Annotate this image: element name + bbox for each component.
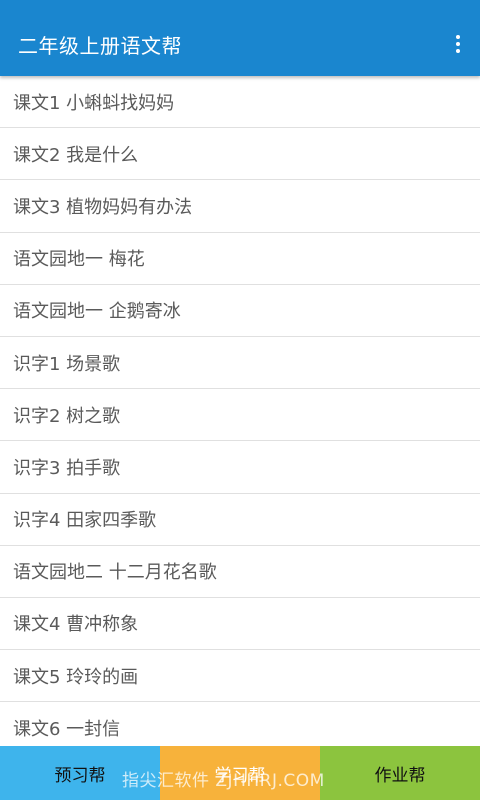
app-title: 二年级上册语文帮 (18, 33, 182, 58)
bottom-tab-bar: 预习帮 学习帮 作业帮 (0, 746, 480, 800)
tab-study[interactable]: 学习帮 (160, 746, 320, 800)
menu-dot (456, 42, 460, 46)
lesson-item[interactable]: 课文5 玲玲的画 (0, 650, 480, 703)
lesson-item[interactable]: 识字1 场景歌 (0, 336, 480, 390)
lesson-item[interactable]: 课文6 一封信 (0, 702, 480, 746)
lesson-item[interactable]: 课文2 我是什么 (0, 128, 480, 181)
lesson-item[interactable]: 语文园地一 梅花 (0, 232, 480, 285)
menu-dot (456, 49, 460, 53)
lesson-item[interactable]: 识字2 树之歌 (0, 389, 480, 442)
tab-label: 学习帮 (214, 765, 266, 786)
lesson-item[interactable]: 识字3 拍手歌 (0, 441, 480, 494)
lesson-item[interactable]: 课文3 植物妈妈有办法 (0, 180, 480, 233)
lesson-item[interactable]: 语文园地二 十二月花名歌 (0, 545, 480, 598)
tab-preview[interactable]: 预习帮 (0, 746, 160, 800)
lesson-item[interactable]: 课文4 曹冲称象 (0, 597, 480, 651)
tab-label: 作业帮 (374, 765, 426, 786)
more-vert-icon[interactable] (446, 29, 470, 59)
tab-label: 预习帮 (54, 765, 106, 786)
tab-homework[interactable]: 作业帮 (320, 746, 480, 800)
lesson-list[interactable]: 课文1 小蝌蚪找妈妈 课文2 我是什么 课文3 植物妈妈有办法 语文园地一 梅花… (0, 76, 480, 746)
app-bar: 二年级上册语文帮 (0, 0, 480, 76)
lesson-item[interactable]: 课文1 小蝌蚪找妈妈 (0, 76, 480, 129)
lesson-item[interactable]: 识字4 田家四季歌 (0, 493, 480, 546)
app-screen: 二年级上册语文帮 课文1 小蝌蚪找妈妈 课文2 我是什么 课文3 植物妈妈有办法… (0, 0, 480, 800)
lesson-item[interactable]: 语文园地一 企鹅寄冰 (0, 284, 480, 337)
menu-dot (456, 35, 460, 39)
